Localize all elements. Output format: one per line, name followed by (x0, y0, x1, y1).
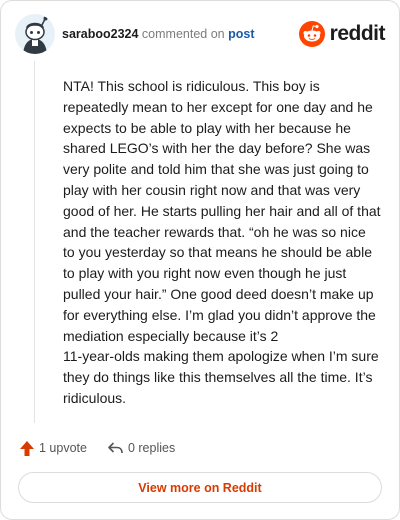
upvote-button[interactable]: 1 upvote (19, 440, 87, 457)
username-link[interactable]: saraboo2324 (62, 27, 138, 41)
comment-text: NTA! This school is ridiculous. This boy… (63, 78, 381, 406)
comment-embed-card: saraboo2324 commented on post reddit NTA… (0, 0, 400, 520)
reply-arrow-icon (108, 442, 123, 454)
reddit-wordmark: reddit (329, 22, 386, 45)
view-more-button[interactable]: View more on Reddit (18, 472, 382, 503)
thread-line (34, 61, 35, 423)
reply-button[interactable]: 0 replies (107, 440, 175, 456)
reply-count: 0 replies (127, 441, 176, 455)
post-link[interactable]: post (228, 27, 254, 41)
comment-meta: saraboo2324 commented on post (62, 26, 254, 42)
snoo-avatar-icon[interactable] (15, 14, 55, 54)
reddit-brand[interactable]: reddit (298, 21, 386, 47)
comment-actions: 1 upvote 0 replies (19, 438, 175, 458)
upvote-count: 1 upvote (39, 441, 87, 455)
upvote-arrow-icon (20, 440, 34, 456)
comment-header: saraboo2324 commented on post reddit (15, 13, 386, 55)
commented-on-text: commented on (141, 27, 225, 41)
reddit-logo-icon (298, 21, 325, 47)
